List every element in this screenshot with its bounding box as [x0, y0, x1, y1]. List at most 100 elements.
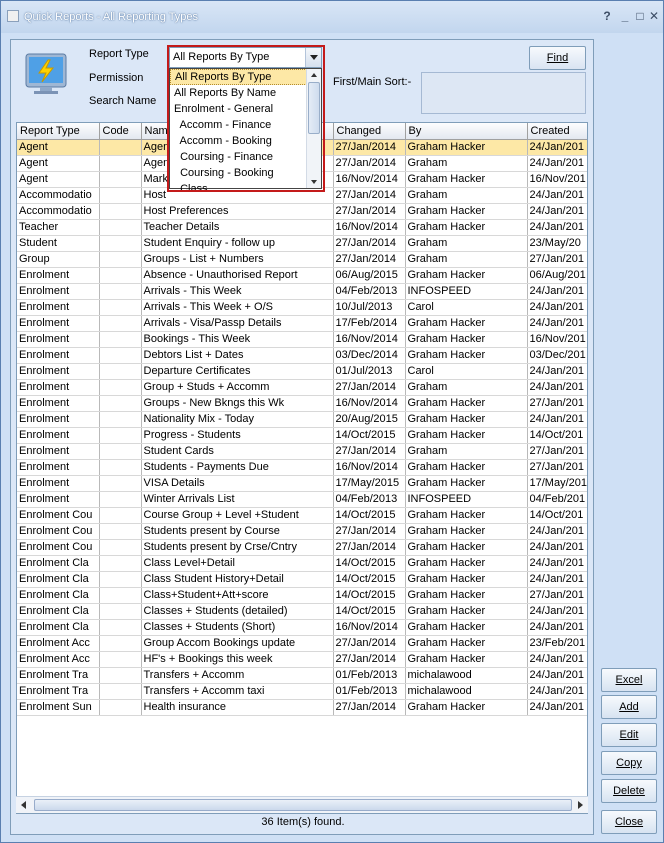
edit-button[interactable]: Edit	[601, 723, 657, 747]
table-row[interactable]: Enrolment Departure Certificates 01/Jul/20…	[17, 363, 587, 380]
table-cell	[99, 187, 142, 204]
table-row[interactable]: Student Student Enquiry - follow up 27/Jan…	[17, 235, 587, 252]
close-button[interactable]: Close	[601, 810, 657, 834]
table-cell	[99, 203, 142, 220]
help-icon[interactable]: ?	[599, 9, 615, 23]
table-cell: Graham Hacker	[405, 139, 528, 156]
table-row[interactable]: Enrolment Arrivals - Visa/Passp Details 17…	[17, 315, 587, 332]
table-cell: Students present by Course	[141, 523, 334, 540]
dropdown-option[interactable]: Coursing - Booking	[170, 165, 321, 181]
table-cell: Student Cards	[141, 443, 334, 460]
table-cell	[99, 443, 142, 460]
table-cell: 24/Jan/201	[527, 603, 587, 620]
table-row[interactable]: Enrolment Acc Group Accom Bookings update…	[17, 635, 587, 652]
first-sort-box[interactable]	[421, 72, 586, 114]
table-row[interactable]: Enrolment Bookings - This Week 16/Nov/2014…	[17, 331, 587, 348]
table-row[interactable]: Enrolment Arrivals - This Week + O/S 10/Ju…	[17, 299, 587, 316]
table-cell: 24/Jan/201	[527, 203, 587, 220]
dropdown-scroll-thumb[interactable]	[308, 82, 320, 134]
table-cell	[99, 267, 142, 284]
dropdown-option[interactable]: Accomm - Finance	[170, 117, 321, 133]
table-row[interactable]: Enrolment Arrivals - This Week 04/Feb/2013…	[17, 283, 587, 300]
table-row[interactable]: Enrolment Tra Transfers + Accomm 01/Feb/20…	[17, 667, 587, 684]
table-row[interactable]: Enrolment Nationality Mix - Today 20/Aug/2…	[17, 411, 587, 428]
table-row[interactable]: Enrolment Cou Students present by Course 2…	[17, 523, 587, 540]
report-type-combo[interactable]: All Reports By Type	[169, 47, 322, 68]
table-cell: 03/Dec/201	[527, 347, 587, 364]
table-row[interactable]: Enrolment Sun Health insurance 27/Jan/2014…	[17, 699, 587, 716]
table-cell: Arrivals - This Week + O/S	[141, 299, 334, 316]
table-row[interactable]: Enrolment Student Cards 27/Jan/2014 Graham 2…	[17, 443, 587, 460]
reports-grid[interactable]: Report Type Code Name Changed By Created Agen…	[16, 122, 588, 814]
table-cell: Graham Hacker	[405, 395, 528, 412]
table-cell: 27/Jan/2014	[333, 539, 406, 556]
table-row[interactable]: Enrolment Cla Class+Student+Att+score 14/O…	[17, 587, 587, 604]
table-cell: Progress - Students	[141, 427, 334, 444]
dropdown-option[interactable]: Coursing - Finance	[170, 149, 321, 165]
table-row[interactable]: Enrolment Students - Payments Due 16/Nov/2…	[17, 459, 587, 476]
table-cell: Group	[17, 251, 100, 268]
table-cell: 24/Jan/201	[527, 699, 587, 716]
copy-button[interactable]: Copy	[601, 751, 657, 775]
scroll-down-icon[interactable]	[311, 180, 317, 184]
table-cell: Winter Arrivals List	[141, 491, 334, 508]
table-row[interactable]: Enrolment Groups - New Bkngs this Wk 16/No…	[17, 395, 587, 412]
table-row[interactable]: Accommodatio Host Preferences 27/Jan/2014 G…	[17, 203, 587, 220]
table-row[interactable]: Enrolment Absence - Unauthorised Report 06…	[17, 267, 587, 284]
table-cell: Graham Hacker	[405, 635, 528, 652]
add-button[interactable]: Add	[601, 695, 657, 719]
table-cell: Enrolment Cla	[17, 619, 100, 636]
table-row[interactable]: Teacher Teacher Details 16/Nov/2014 Graham …	[17, 219, 587, 236]
table-row[interactable]: Enrolment Cla Classes + Students (detaile…	[17, 603, 587, 620]
dropdown-option[interactable]: Enrolment - General	[170, 101, 321, 117]
table-cell: Graham	[405, 443, 528, 460]
table-row[interactable]: Enrolment Group + Studs + Accomm 27/Jan/20…	[17, 379, 587, 396]
table-cell: Groups - List + Numbers	[141, 251, 334, 268]
table-cell: Graham Hacker	[405, 587, 528, 604]
table-cell: michalawood	[405, 683, 528, 700]
table-row[interactable]: Enrolment Debtors List + Dates 03/Dec/2014…	[17, 347, 587, 364]
table-row[interactable]: Enrolment Winter Arrivals List 04/Feb/2013…	[17, 491, 587, 508]
minimize-icon[interactable]: _	[617, 9, 633, 23]
table-cell: Enrolment Tra	[17, 667, 100, 684]
table-cell: Enrolment Acc	[17, 651, 100, 668]
dropdown-scrollbar[interactable]	[306, 69, 321, 188]
title-bar[interactable]: Quick Reports - All Reporting Types ? _ …	[1, 1, 663, 33]
report-type-dropdown[interactable]: All Reports By Type All Reports By Name En…	[169, 68, 322, 195]
scroll-left-icon[interactable]	[21, 801, 26, 809]
table-cell	[99, 347, 142, 364]
column-header[interactable]: Created	[527, 123, 587, 140]
close-window-icon[interactable]: ✕	[646, 9, 662, 23]
table-row[interactable]: Enrolment Cou Course Group + Level +Stude…	[17, 507, 587, 524]
horizontal-scrollbar[interactable]	[16, 796, 588, 813]
table-cell: 24/Jan/201	[527, 667, 587, 684]
dropdown-option[interactable]: Class	[170, 181, 321, 197]
find-button[interactable]: Find	[529, 46, 586, 70]
column-header[interactable]: Report Type	[17, 123, 100, 140]
table-row[interactable]: Enrolment Cou Students present by Crse/Cn…	[17, 539, 587, 556]
scroll-up-icon[interactable]	[311, 73, 317, 77]
table-cell: Graham Hacker	[405, 331, 528, 348]
table-row[interactable]: Enrolment Cla Classes + Students (Short) 1…	[17, 619, 587, 636]
table-row[interactable]: Enrolment Progress - Students 14/Oct/2015 G…	[17, 427, 587, 444]
table-cell: 17/May/2015	[333, 475, 406, 492]
table-row[interactable]: Enrolment Tra Transfers + Accomm taxi 01/F…	[17, 683, 587, 700]
table-row[interactable]: Enrolment Cla Class Student History+Detai…	[17, 571, 587, 588]
dropdown-option[interactable]: All Reports By Type	[170, 69, 321, 85]
dropdown-option[interactable]: Accomm - Booking	[170, 133, 321, 149]
table-row[interactable]: Enrolment VISA Details 17/May/2015 Graham H…	[17, 475, 587, 492]
delete-button[interactable]: Delete	[601, 779, 657, 803]
table-cell: 24/Jan/201	[527, 283, 587, 300]
table-row[interactable]: Enrolment Cla Class Level+Detail 14/Oct/20…	[17, 555, 587, 572]
table-row[interactable]: Group Groups - List + Numbers 27/Jan/2014 G…	[17, 251, 587, 268]
table-cell: Enrolment Cou	[17, 539, 100, 556]
column-header[interactable]: Code	[99, 123, 142, 140]
excel-button[interactable]: Excel	[601, 668, 657, 692]
dropdown-option[interactable]: All Reports By Name	[170, 85, 321, 101]
scroll-right-icon[interactable]	[578, 801, 583, 809]
chevron-down-icon[interactable]	[305, 48, 321, 67]
column-header[interactable]: Changed	[333, 123, 406, 140]
table-row[interactable]: Enrolment Acc HF's + Bookings this week 27…	[17, 651, 587, 668]
horizontal-scroll-thumb[interactable]	[34, 799, 572, 811]
column-header[interactable]: By	[405, 123, 528, 140]
